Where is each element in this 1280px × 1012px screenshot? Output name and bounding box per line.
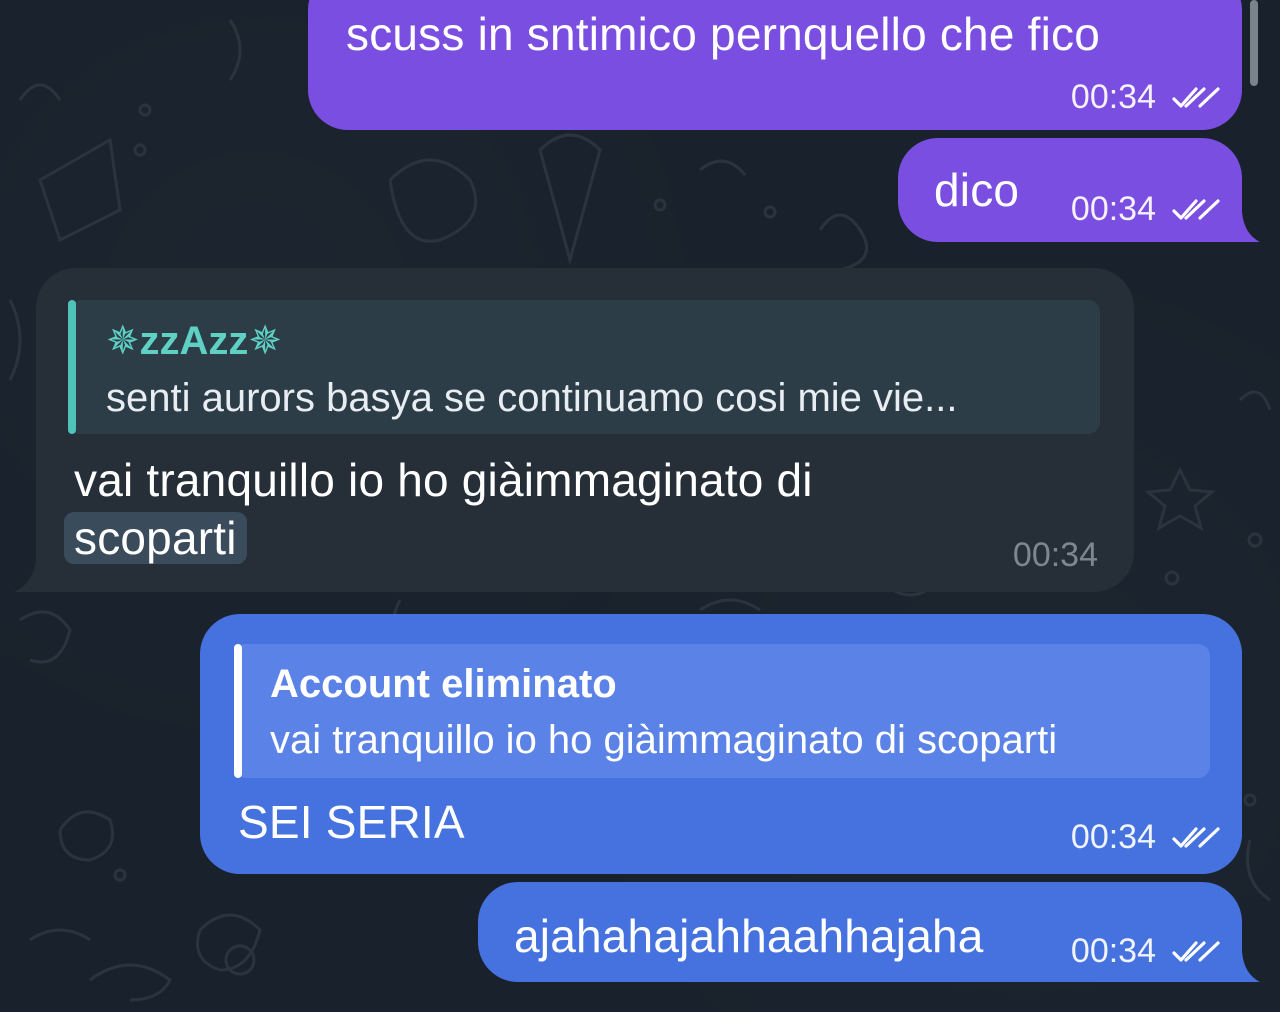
- bubble-tail: [1230, 212, 1260, 242]
- message-meta: 00:34: [1071, 932, 1220, 971]
- message-text-line2: scoparti: [64, 510, 247, 566]
- message-time: 00:34: [1012, 536, 1098, 574]
- outgoing-message-bubble[interactable]: dico 00:34: [898, 138, 1242, 242]
- incoming-message-bubble[interactable]: ✵zzAzz✵ senti aurors basya se continuamo…: [36, 268, 1134, 592]
- message-meta: 00:34: [1071, 78, 1220, 117]
- message-meta: 00:34: [1071, 818, 1220, 857]
- reply-accent-bar: [68, 300, 76, 434]
- double-check-icon: [1172, 940, 1220, 962]
- message-time: 00:34: [1070, 818, 1156, 856]
- chat-view: scuss in sntimico pernquello che fico 00…: [0, 0, 1280, 1012]
- outgoing-message-bubble[interactable]: Account eliminato vai tranquillo io ho g…: [200, 614, 1242, 874]
- message-meta: 00:34: [1013, 536, 1098, 575]
- reply-text: senti aurors basya se continuamo cosi mi…: [106, 376, 958, 420]
- double-check-icon: [1172, 86, 1220, 108]
- selected-text-highlight[interactable]: scoparti: [64, 512, 247, 564]
- reply-text: vai tranquillo io ho giàimmaginato di sc…: [270, 718, 1058, 762]
- outgoing-message-bubble[interactable]: ajahahajahhaahhajaha 00:34: [478, 882, 1242, 982]
- message-text: SEI SERIA: [238, 796, 465, 848]
- reply-preview[interactable]: Account eliminato vai tranquillo io ho g…: [234, 644, 1210, 778]
- message-text: ajahahajahhaahhajaha: [514, 910, 984, 962]
- message-text: dico: [934, 164, 1020, 216]
- message-time: 00:34: [1070, 932, 1156, 970]
- scrollbar[interactable]: [1250, 0, 1258, 86]
- message-text-line1: vai tranquillo io ho giàimmaginato di: [74, 454, 813, 506]
- bubble-tail: [14, 562, 42, 592]
- double-check-icon: [1172, 198, 1220, 220]
- message-text: scuss in sntimico pernquello che fico: [346, 8, 1100, 60]
- reply-sender-name: Account eliminato: [270, 662, 617, 706]
- outgoing-message-bubble[interactable]: scuss in sntimico pernquello che fico 00…: [308, 0, 1242, 130]
- reply-accent-bar: [234, 644, 242, 778]
- reply-sender-name: ✵zzAzz✵: [106, 319, 282, 363]
- reply-preview[interactable]: ✵zzAzz✵ senti aurors basya se continuamo…: [68, 300, 1100, 434]
- message-meta: 00:34: [1071, 190, 1220, 229]
- bubble-tail: [1230, 952, 1260, 982]
- message-time: 00:34: [1070, 190, 1156, 228]
- message-time: 00:34: [1070, 78, 1156, 116]
- double-check-icon: [1172, 826, 1220, 848]
